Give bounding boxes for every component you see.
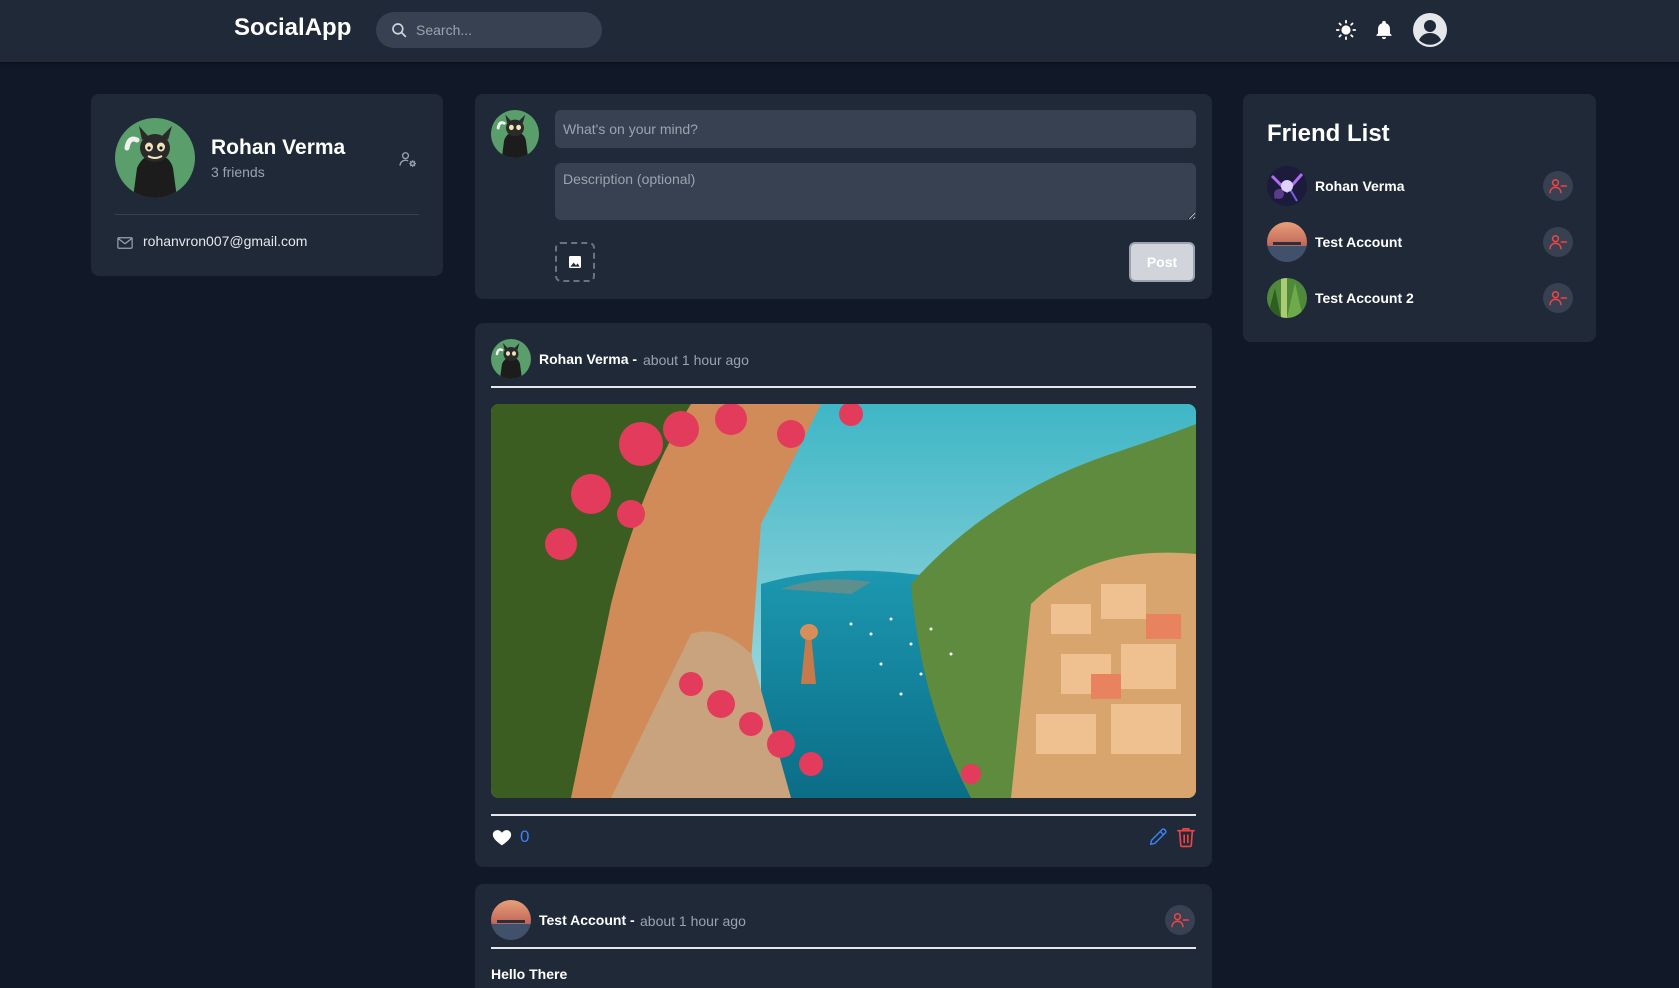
- post-divider: [491, 386, 1196, 388]
- image-upload-button[interactable]: [555, 242, 595, 282]
- post-author-avatar[interactable]: [491, 339, 531, 379]
- friend-list-item[interactable]: Test Account: [1267, 222, 1573, 262]
- friend-name[interactable]: Test Account: [1315, 234, 1402, 250]
- post-author-name[interactable]: Test Account -: [539, 912, 635, 928]
- search-bar: [376, 12, 602, 48]
- top-navbar: SocialApp: [0, 0, 1679, 62]
- post-author-name[interactable]: Rohan Verma -: [539, 351, 637, 367]
- remove-friend-button[interactable]: [1165, 905, 1195, 935]
- sun-icon[interactable]: [1335, 19, 1357, 41]
- profile-divider: [115, 214, 419, 215]
- friend-list-title: Friend List: [1267, 120, 1390, 147]
- remove-friend-button[interactable]: [1543, 227, 1573, 257]
- profile-avatar[interactable]: [115, 118, 195, 198]
- like-count: 0: [520, 827, 530, 846]
- post-composer: Post: [475, 94, 1212, 299]
- mail-icon: [117, 237, 133, 249]
- post-card: Test Account - about 1 hour ago Hello Th…: [475, 884, 1212, 988]
- post-divider: [491, 947, 1196, 949]
- friend-avatar[interactable]: [1267, 222, 1307, 262]
- post-title-input[interactable]: [555, 110, 1196, 148]
- user-minus-icon: [1549, 291, 1568, 306]
- trash-icon[interactable]: [1176, 826, 1196, 848]
- post-title: Hello There: [491, 966, 568, 982]
- remove-friend-button[interactable]: [1543, 283, 1573, 313]
- user-minus-icon: [1549, 179, 1568, 194]
- brand-logo[interactable]: SocialApp: [234, 14, 351, 42]
- heart-icon[interactable]: [491, 826, 513, 848]
- post-divider: [491, 814, 1196, 816]
- post-timestamp: about 1 hour ago: [640, 913, 746, 929]
- bell-icon[interactable]: [1373, 19, 1395, 41]
- remove-friend-button[interactable]: [1543, 171, 1573, 201]
- profile-friend-count: 3 friends: [211, 164, 265, 180]
- search-icon: [392, 23, 407, 38]
- friend-list-item[interactable]: Rohan Verma: [1267, 166, 1573, 206]
- friend-list-item[interactable]: Test Account 2: [1267, 278, 1573, 318]
- user-avatar-icon[interactable]: [1413, 13, 1447, 47]
- post-button[interactable]: Post: [1129, 242, 1195, 282]
- profile-email: rohanvron007@gmail.com: [143, 233, 308, 249]
- profile-card: Rohan Verma 3 friends rohanvron007@gmail…: [91, 94, 443, 276]
- pencil-icon[interactable]: [1147, 826, 1169, 848]
- friend-name[interactable]: Test Account 2: [1315, 290, 1414, 306]
- user-minus-icon: [1549, 235, 1568, 250]
- friend-avatar[interactable]: [1267, 166, 1307, 206]
- user-settings-icon[interactable]: [398, 149, 418, 169]
- friend-name[interactable]: Rohan Verma: [1315, 178, 1404, 194]
- post-author-avatar[interactable]: [491, 900, 531, 940]
- post-image[interactable]: [491, 404, 1196, 798]
- profile-name[interactable]: Rohan Verma: [211, 136, 345, 160]
- user-minus-icon: [1171, 913, 1190, 928]
- image-icon: [569, 256, 581, 268]
- friend-list-card: Friend List Rohan Verma Test Account Tes…: [1243, 94, 1596, 342]
- post-timestamp: about 1 hour ago: [643, 352, 749, 368]
- post-card: Rohan Verma - about 1 hour ago 0: [475, 323, 1212, 867]
- composer-avatar: [491, 110, 539, 158]
- friend-avatar[interactable]: [1267, 278, 1307, 318]
- post-description-input[interactable]: [555, 163, 1196, 220]
- search-input[interactable]: [416, 22, 586, 38]
